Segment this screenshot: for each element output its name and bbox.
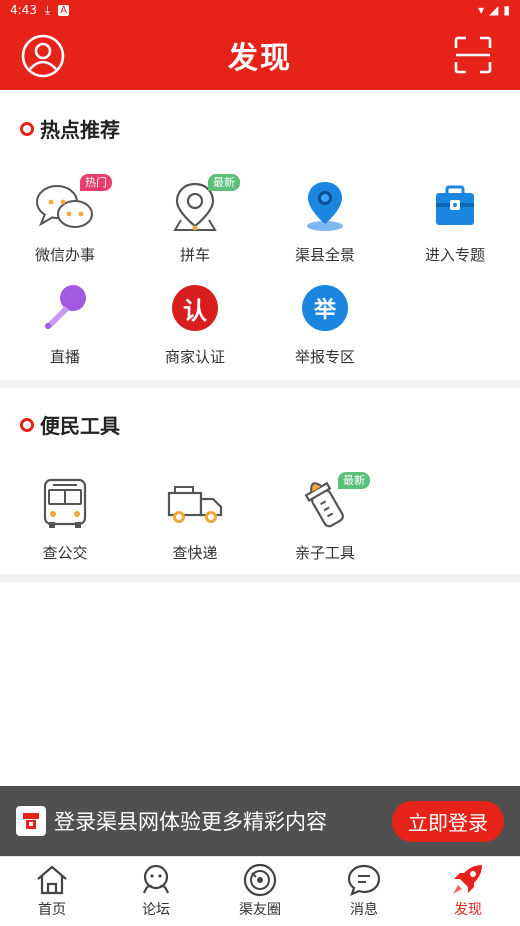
grid-item-label: 直播 — [49, 348, 80, 366]
download-icon: ⤓ — [44, 2, 51, 17]
bottom-tab-bar: 首页 论坛 渠友圈 消息 发现 — [0, 856, 520, 926]
app-logo-icon — [16, 806, 46, 836]
scan-icon[interactable] — [454, 36, 492, 74]
hot-recommend-section: 热点推荐 热门 微信办事 最新 拼车 渠县全景 进入专题 直播 认 商家认证 举… — [0, 90, 520, 380]
wifi-icon: ▾ — [478, 3, 485, 17]
grid-item-label: 进入专题 — [424, 246, 485, 264]
grid-item-bus[interactable]: 查公交 — [0, 472, 130, 572]
home-icon — [37, 865, 67, 895]
circle-icon — [243, 863, 277, 897]
section-divider — [0, 574, 520, 582]
location-pin-icon — [307, 182, 343, 231]
section-dot-icon — [20, 121, 34, 136]
grid-item-wechat-service[interactable]: 热门 微信办事 — [0, 174, 130, 274]
grid-item-parenting[interactable]: 最新 亲子工具 — [260, 472, 390, 572]
tab-messages[interactable]: 消息 — [312, 857, 416, 926]
tab-home[interactable]: 首页 — [0, 857, 104, 926]
section-title: 便民工具 — [20, 410, 120, 439]
grid-item-panorama[interactable]: 渠县全景 — [260, 174, 390, 274]
new-badge: 最新 — [208, 174, 240, 191]
grid-item-label: 微信办事 — [34, 246, 95, 264]
merchant-cert-icon: 认 — [172, 285, 218, 331]
page-title: 发现 — [228, 41, 292, 76]
grid-item-report[interactable]: 举 举报专区 — [260, 276, 390, 376]
login-banner: 登录渠县网体验更多精彩内容 立即登录 — [0, 786, 520, 856]
notification-icon: A — [58, 4, 70, 16]
grid-item-label: 举报专区 — [294, 348, 355, 366]
login-prompt-text: 登录渠县网体验更多精彩内容 — [54, 810, 327, 834]
section-title: 热点推荐 — [20, 114, 120, 143]
grid-item-label: 拼车 — [179, 246, 210, 264]
battery-icon: ▮ — [503, 3, 510, 17]
grid-item-carpool[interactable]: 最新 拼车 — [130, 174, 260, 274]
app-header: 发现 — [0, 20, 520, 90]
grid-item-topic[interactable]: 进入专题 — [390, 174, 520, 274]
grid-item-live[interactable]: 直播 — [0, 276, 130, 376]
briefcase-icon — [436, 185, 474, 225]
delivery-truck-icon — [167, 486, 223, 523]
report-icon: 举 — [302, 285, 348, 331]
login-button[interactable]: 立即登录 — [392, 800, 504, 842]
forum-icon — [142, 864, 170, 894]
tab-circle[interactable]: 渠友圈 — [208, 857, 312, 926]
microphone-icon — [45, 285, 86, 329]
grid-item-express[interactable]: 查快递 — [130, 472, 260, 572]
signal-icon: ◢ — [489, 3, 499, 17]
grid-item-label: 渠县全景 — [294, 246, 355, 264]
hot-badge: 热门 — [80, 174, 112, 191]
bus-icon — [43, 478, 87, 528]
message-icon — [347, 864, 381, 896]
section-dot-icon — [20, 417, 34, 432]
convenience-tools-section: 便民工具 查公交 查快递 最新 亲子工具 — [0, 388, 520, 574]
grid-item-merchant-cert[interactable]: 认 商家认证 — [130, 276, 260, 376]
user-avatar-icon[interactable] — [20, 33, 66, 79]
grid-item-label: 亲子工具 — [294, 544, 355, 562]
section-divider — [0, 380, 520, 388]
status-time: 4:43 — [10, 3, 37, 17]
tab-discover[interactable]: 发现 — [416, 857, 520, 926]
grid-item-label: 商家认证 — [164, 348, 225, 366]
tab-forum[interactable]: 论坛 — [104, 857, 208, 926]
grid-item-label: 查公交 — [42, 544, 88, 562]
new-badge: 最新 — [338, 472, 370, 489]
grid-item-label: 查快递 — [172, 544, 218, 562]
rocket-icon — [453, 865, 482, 894]
status-bar: 4:43 ⤓ A ▾ ◢ ▮ — [0, 0, 520, 20]
